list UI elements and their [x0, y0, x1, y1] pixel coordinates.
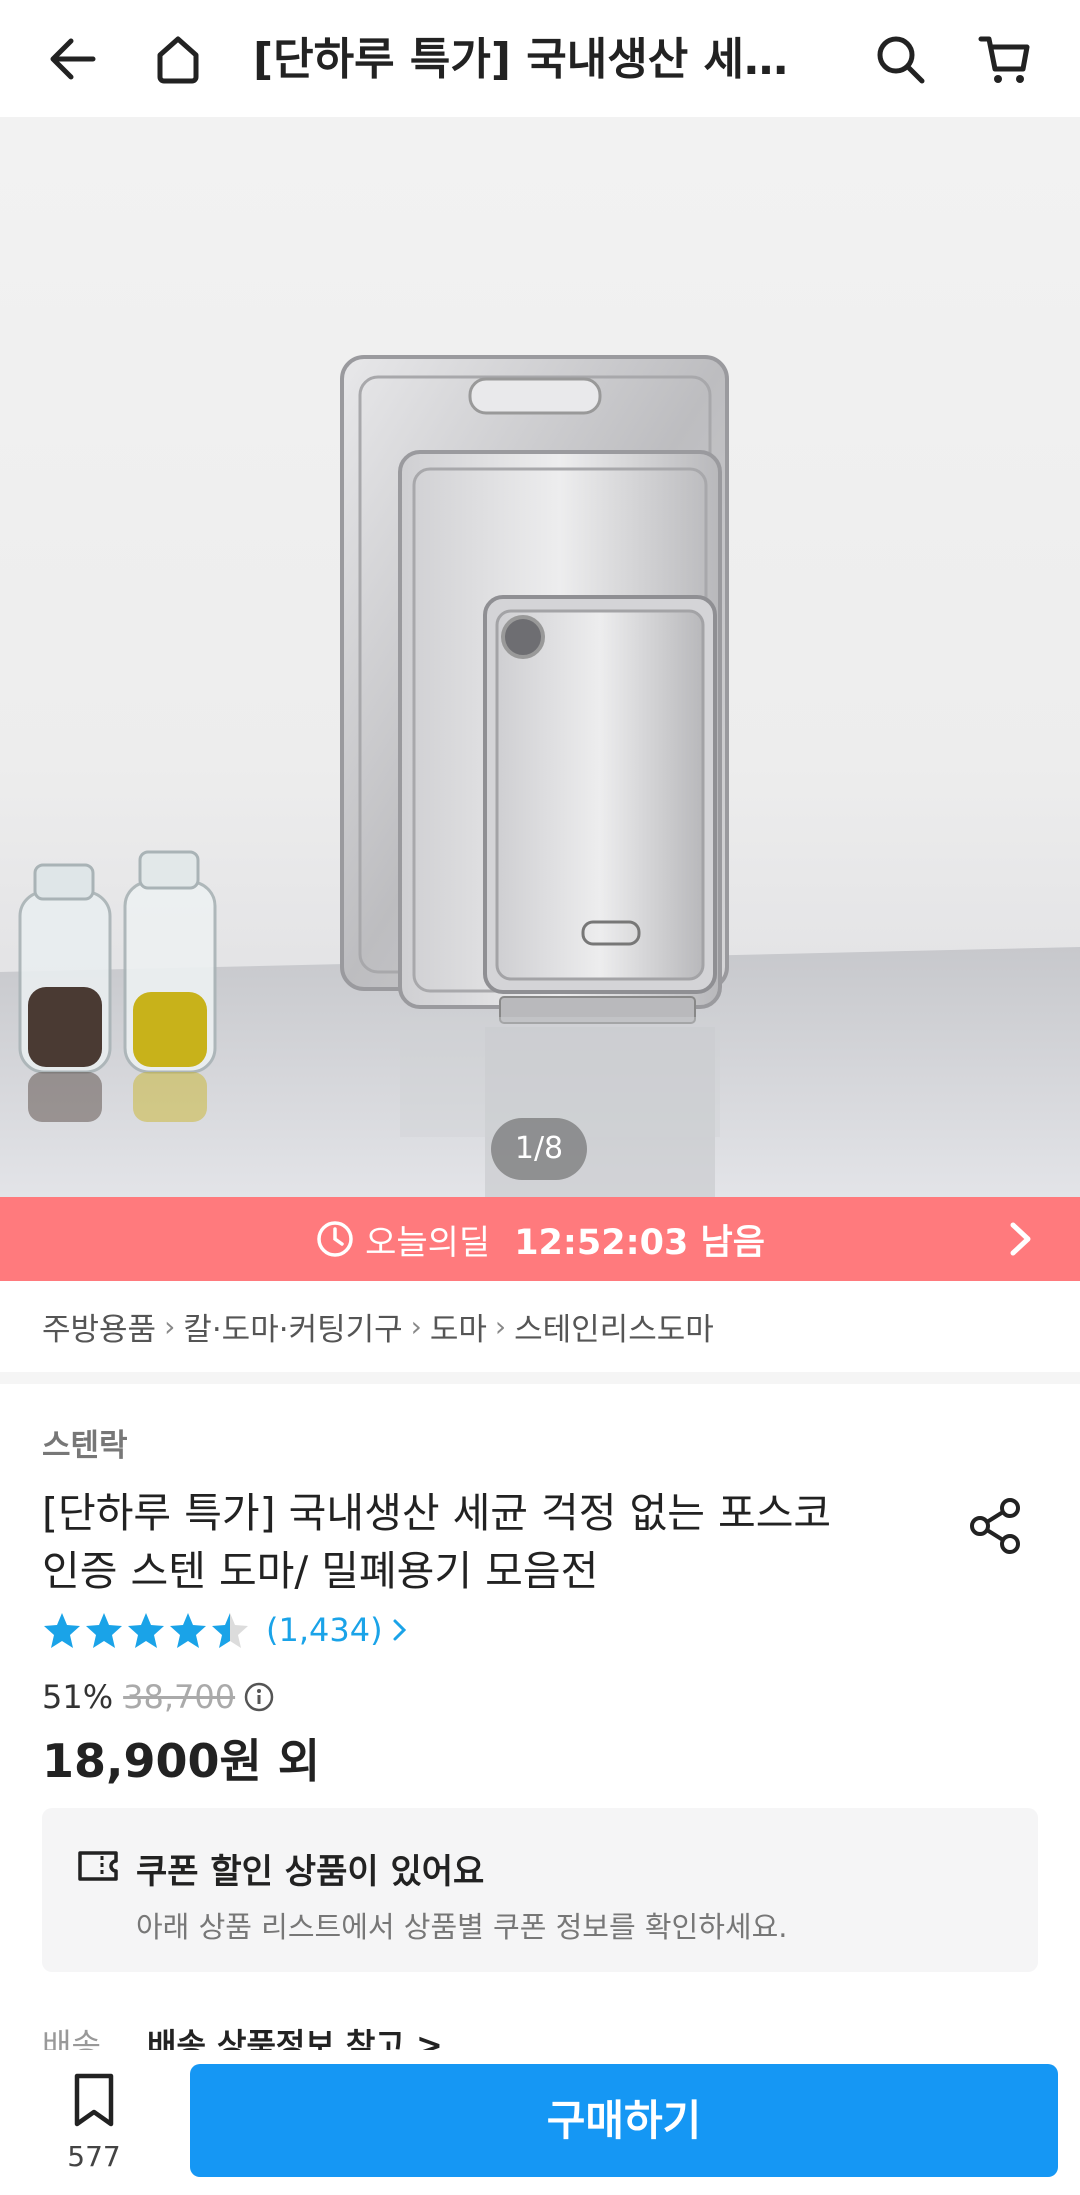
chevron-right-icon: › [410, 1310, 422, 1343]
back-arrow-icon[interactable] [38, 24, 108, 94]
rating-row[interactable]: (1,434) [42, 1610, 411, 1650]
home-icon[interactable] [143, 24, 213, 94]
bookmark-icon [74, 2073, 114, 2127]
breadcrumb-item[interactable]: 칼·도마·커팅기구 [183, 1304, 402, 1349]
star-icon [128, 1613, 164, 1648]
chevron-right-icon [393, 1619, 406, 1641]
chevron-right-icon [1010, 1222, 1031, 1256]
half-star-icon [212, 1613, 248, 1648]
sale-price: 18,900원 외 [42, 1734, 321, 1788]
chevron-right-icon: › [164, 1310, 176, 1343]
buy-button[interactable]: 구매하기 [190, 2064, 1058, 2177]
coupon-title: 쿠폰 할인 상품이 있어요 [136, 1852, 485, 1892]
bookmark-button[interactable]: 577 [48, 2072, 140, 2173]
bottom-action-bar: 577 구매하기 [0, 2050, 1080, 2195]
product-title-line: 인증 스텐 도마/ 밀폐용기 모음전 [42, 1547, 599, 1595]
brand-name[interactable]: 스텐락 [42, 1420, 128, 1465]
share-icon[interactable] [964, 1493, 1030, 1559]
search-icon[interactable] [865, 24, 935, 94]
discount-percent: 51% [42, 1678, 114, 1716]
star-icon [170, 1613, 206, 1648]
coupon-notice: 쿠폰 할인 상품이 있어요 아래 상품 리스트에서 상품별 쿠폰 정보를 확인하… [42, 1808, 1038, 1972]
deal-label: 오늘의딜 [365, 1222, 491, 1263]
breadcrumb: 주방용품 › 칼·도마·커팅기구 › 도마 › 스테인리스도마 [0, 1281, 1080, 1384]
bookmark-count: 577 [67, 2140, 121, 2173]
coupon-icon [78, 1851, 118, 1881]
discount-row: 51% 38,700 [42, 1678, 275, 1716]
star-rating [42, 1610, 252, 1650]
page-title: [단하루 특가] 국내생산 세균 걱정 없는 포스코 인증 스텐 도마/ 밀폐용… [253, 34, 823, 85]
breadcrumb-item[interactable]: 도마 [430, 1304, 487, 1349]
star-icon [44, 1613, 80, 1648]
product-image-carousel[interactable]: 1/8 [0, 117, 1080, 1197]
deal-timer: 12:52:03 남음 [514, 1222, 765, 1263]
cart-icon[interactable] [970, 24, 1040, 94]
product-photo [0, 355, 1080, 1197]
breadcrumb-item[interactable]: 스테인리스도마 [514, 1304, 714, 1349]
top-nav-bar: [단하루 특가] 국내생산 세균 걱정 없는 포스코 인증 스텐 도마/ 밀폐용… [0, 0, 1080, 117]
star-icon [86, 1613, 122, 1648]
today-deal-banner[interactable]: 오늘의딜 12:52:03 남음 [0, 1197, 1080, 1281]
coupon-subtitle: 아래 상품 리스트에서 상품별 쿠폰 정보를 확인하세요. [136, 1910, 788, 1944]
product-title-line: [단하루 특가] 국내생산 세균 걱정 없는 포스코 [42, 1489, 832, 1537]
breadcrumb-item[interactable]: 주방용품 [42, 1304, 156, 1349]
info-icon[interactable] [243, 1681, 275, 1713]
clock-icon [317, 1221, 353, 1257]
product-title: [단하루 특가] 국내생산 세균 걱정 없는 포스코 인증 스텐 도마/ 밀폐용… [42, 1484, 862, 1600]
original-price: 38,700 [123, 1678, 236, 1716]
review-count[interactable]: (1,434) [266, 1611, 383, 1649]
chevron-right-icon: › [494, 1310, 507, 1343]
image-pager-indicator: 1/8 [491, 1118, 587, 1180]
